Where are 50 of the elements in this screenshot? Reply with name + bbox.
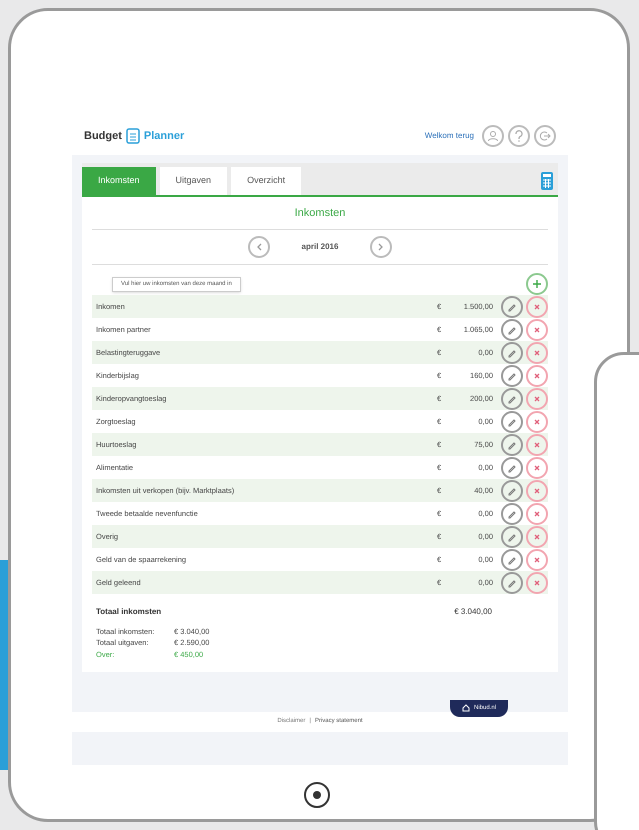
close-icon	[534, 418, 540, 424]
close-icon	[534, 442, 540, 448]
close-icon	[534, 556, 540, 562]
next-button[interactable]	[370, 236, 392, 258]
delete-button[interactable]	[526, 572, 548, 594]
help-icon	[514, 130, 524, 142]
previous-button[interactable]	[248, 236, 270, 258]
section-title: Inkomsten	[92, 196, 548, 230]
pencil-icon	[507, 416, 517, 426]
close-icon	[534, 488, 540, 494]
home-button[interactable]	[304, 782, 330, 808]
help-button[interactable]	[508, 125, 530, 147]
close-icon	[534, 326, 540, 332]
close-icon	[534, 464, 540, 470]
pencil-icon	[507, 462, 517, 472]
tab[interactable]: Uitgaven	[160, 167, 228, 194]
pencil-icon	[507, 370, 517, 380]
total-amount: € 3.040,00	[454, 606, 492, 618]
pencil-icon	[507, 486, 517, 496]
pencil-icon	[507, 348, 517, 358]
pencil-icon	[507, 302, 517, 312]
logo-text: Planner	[144, 128, 184, 144]
user-icon	[487, 130, 499, 142]
close-icon	[534, 396, 540, 402]
total-label: Totaal inkomsten	[96, 606, 162, 618]
home-icon	[462, 704, 470, 712]
logout-icon	[539, 130, 551, 142]
close-icon	[534, 510, 540, 516]
close-icon	[534, 304, 540, 310]
pencil-icon	[507, 554, 517, 564]
logo-text: Budget	[84, 128, 122, 144]
close-icon	[534, 350, 540, 356]
edit-button[interactable]	[501, 572, 523, 594]
month-label: april 2016	[302, 241, 338, 253]
pencil-icon	[507, 532, 517, 542]
pencil-icon	[507, 578, 517, 588]
plus-icon	[533, 280, 541, 288]
pencil-icon	[507, 508, 517, 518]
chevron-left-icon	[256, 243, 262, 251]
close-icon	[534, 372, 540, 378]
tab[interactable]: Overzicht	[231, 167, 302, 194]
pencil-icon	[507, 440, 517, 450]
close-icon	[534, 534, 540, 540]
logout-button[interactable]	[534, 125, 556, 147]
welcome-link[interactable]: Welkom terug	[424, 130, 474, 142]
close-icon	[534, 580, 540, 586]
pencil-icon	[507, 324, 517, 334]
chevron-right-icon	[378, 243, 384, 251]
pencil-icon	[507, 394, 517, 404]
account-button[interactable]	[482, 125, 504, 147]
